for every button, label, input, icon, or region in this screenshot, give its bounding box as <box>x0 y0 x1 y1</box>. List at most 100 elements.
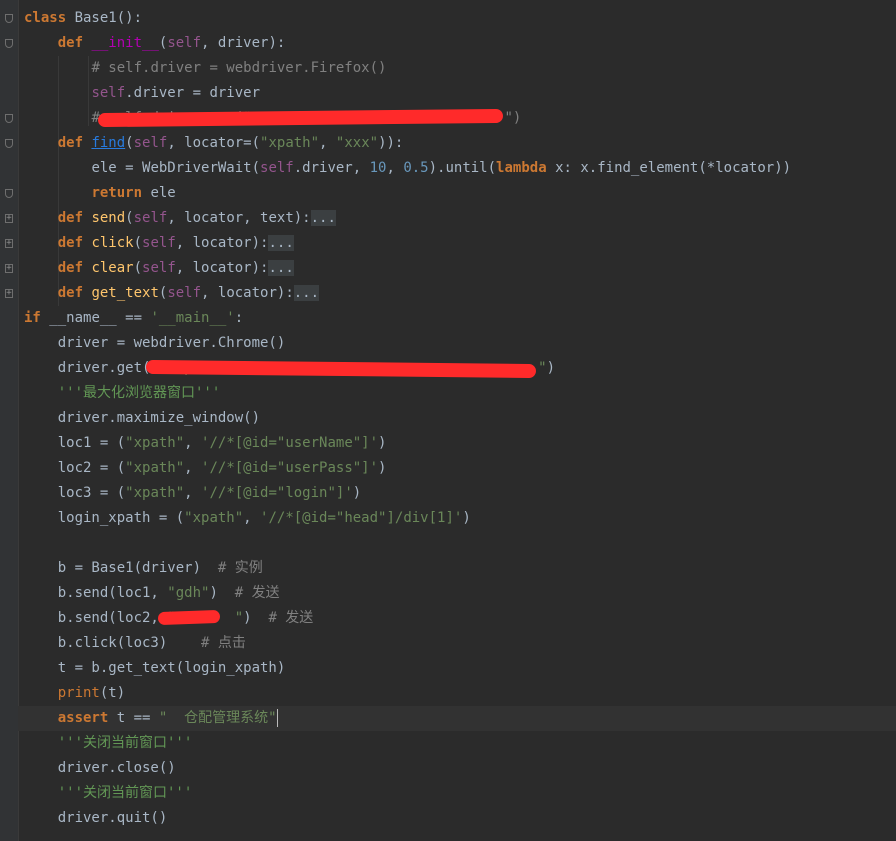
code-token: self <box>142 260 176 276</box>
code-line: def find(self, locator=("xpath", "xxx"))… <box>24 131 896 156</box>
code-token: self <box>167 35 202 51</box>
code-token: class <box>24 10 75 26</box>
fold-collapse-icon[interactable] <box>5 139 13 148</box>
code-token: # 实例 <box>217 560 263 576</box>
code-line: class Base1(): <box>24 6 896 31</box>
code-token: assert <box>57 710 117 726</box>
code-token: loc1 = ( <box>57 435 126 451</box>
code-token: , driver): <box>201 35 286 51</box>
code-line: def click(self, locator):... <box>24 231 896 256</box>
code-token: t = b.get_text(login_xpath) <box>57 660 286 676</box>
fold-collapse-icon[interactable] <box>5 14 13 23</box>
code-token: ) <box>378 460 387 476</box>
code-token: driver.maximize_window() <box>57 410 261 426</box>
code-token: "xpath" <box>125 460 185 476</box>
code-token: '//*[@id="head"]/div[1]' <box>260 510 463 526</box>
code-line: def send(self, locator, text):... <box>24 206 896 231</box>
fold-expand-icon[interactable]: + <box>5 264 13 273</box>
fold-expand-icon[interactable]: + <box>5 214 13 223</box>
code-editor[interactable]: + + + + class Base1(): def __init__(self… <box>0 0 896 841</box>
code-line: login_xpath = ("xpath", '//*[@id="head"]… <box>24 506 896 531</box>
code-token: def <box>57 210 92 226</box>
code-line: print(t) <box>24 681 896 706</box>
code-line: def get_text(self, locator):... <box>24 281 896 306</box>
code-token: , locator=( <box>167 135 261 151</box>
code-token: self <box>133 135 168 151</box>
code-token: "xpath" <box>260 135 320 151</box>
fold-expand-end-icon[interactable] <box>5 114 13 123</box>
fold-expand-end-icon[interactable] <box>5 189 13 198</box>
fold-collapse-icon[interactable] <box>5 39 13 48</box>
code-line: driver = webdriver.Chrome() <box>24 331 896 356</box>
code-token: if <box>24 310 50 326</box>
code-token: ... <box>310 210 336 226</box>
code-token: t == <box>116 710 159 726</box>
code-token: "xpath" <box>184 510 244 526</box>
code-line: '''最大化浏览器窗口''' <box>24 381 896 406</box>
code-line: self.driver = driver <box>24 81 896 106</box>
code-token: '//*[@id="userPass"]' <box>201 460 379 476</box>
code-line-current: assert t == " 仓配管理系统" <box>18 706 896 731</box>
text-caret <box>276 709 278 727</box>
code-token: b.send(loc1, <box>57 585 168 601</box>
code-token: , locator): <box>175 260 269 276</box>
code-token: "xxx" <box>335 135 379 151</box>
code-token: , <box>243 510 261 526</box>
code-token: b = Base1(driver) <box>57 560 218 576</box>
code-token: b.click(loc3) <box>57 635 202 651</box>
code-token: ) <box>378 435 387 451</box>
code-token: , <box>184 435 202 451</box>
code-token: '''关闭当前窗口''' <box>57 785 193 801</box>
code-token: lambda <box>496 160 556 176</box>
code-token: self <box>167 285 202 301</box>
code-line: ele = WebDriverWait(self.driver, 10, 0.5… <box>24 156 896 181</box>
code-token: def <box>57 235 92 251</box>
code-token: ") <box>504 110 522 126</box>
code-token: self <box>91 85 126 101</box>
code-token: ... <box>268 235 294 251</box>
code-token: ( <box>125 135 134 151</box>
code-token: ) <box>546 360 556 376</box>
code-token: __name__ == <box>49 310 151 326</box>
code-token: , <box>386 160 404 176</box>
code-token: # 点击 <box>201 635 246 651</box>
fold-expand-icon[interactable]: + <box>5 289 13 298</box>
code-token: .driver, <box>293 160 370 176</box>
code-token: driver.quit() <box>57 810 168 826</box>
code-token: b.send(loc2, <box>57 610 168 626</box>
code-line: def clear(self, locator):... <box>24 256 896 281</box>
code-token: x: x.find_element(*locator)) <box>555 160 792 176</box>
code-token: '''关闭当前窗口''' <box>57 735 193 751</box>
code-line: b.send(loc2, " ") # 发送 <box>24 606 896 631</box>
code-line: if __name__ == '__main__': <box>24 306 896 331</box>
code-token: ele = WebDriverWait( <box>91 160 261 176</box>
code-token: driver.get( <box>57 360 151 376</box>
redaction-scribble <box>157 609 221 626</box>
code-token: '__main__' <box>150 310 235 326</box>
code-token: ( <box>133 260 143 276</box>
code-token: '//*[@id="login"]' <box>201 485 353 501</box>
fold-expand-icon[interactable]: + <box>5 239 13 248</box>
code-token: ... <box>268 260 294 276</box>
code-token: # 发送 <box>234 585 280 601</box>
code-token: driver.close() <box>57 760 176 776</box>
code-token: "xpath" <box>125 485 185 501</box>
code-line: driver.quit() <box>24 806 896 831</box>
code-token: ) <box>209 585 235 601</box>
code-line: loc1 = ("xpath", '//*[@id="userName"]') <box>24 431 896 456</box>
fold-gutter <box>0 0 19 841</box>
code-token: loc2 = ( <box>57 460 126 476</box>
code-token: , <box>184 485 202 501</box>
code-token: get_text <box>91 285 159 301</box>
code-token: login_xpath = ( <box>57 510 185 526</box>
code-line: '''关闭当前窗口''' <box>24 731 896 756</box>
code-token: self <box>133 210 168 226</box>
code-token: def <box>57 285 92 301</box>
code-token: clear <box>91 260 134 276</box>
code-token: ) <box>462 510 471 526</box>
code-token: ele <box>150 185 176 201</box>
code-line: return ele <box>24 181 896 206</box>
code-token: , locator): <box>175 235 269 251</box>
code-token: # self.driver = webdriver.Firefox() <box>91 60 387 76</box>
code-token: ... <box>293 285 320 301</box>
